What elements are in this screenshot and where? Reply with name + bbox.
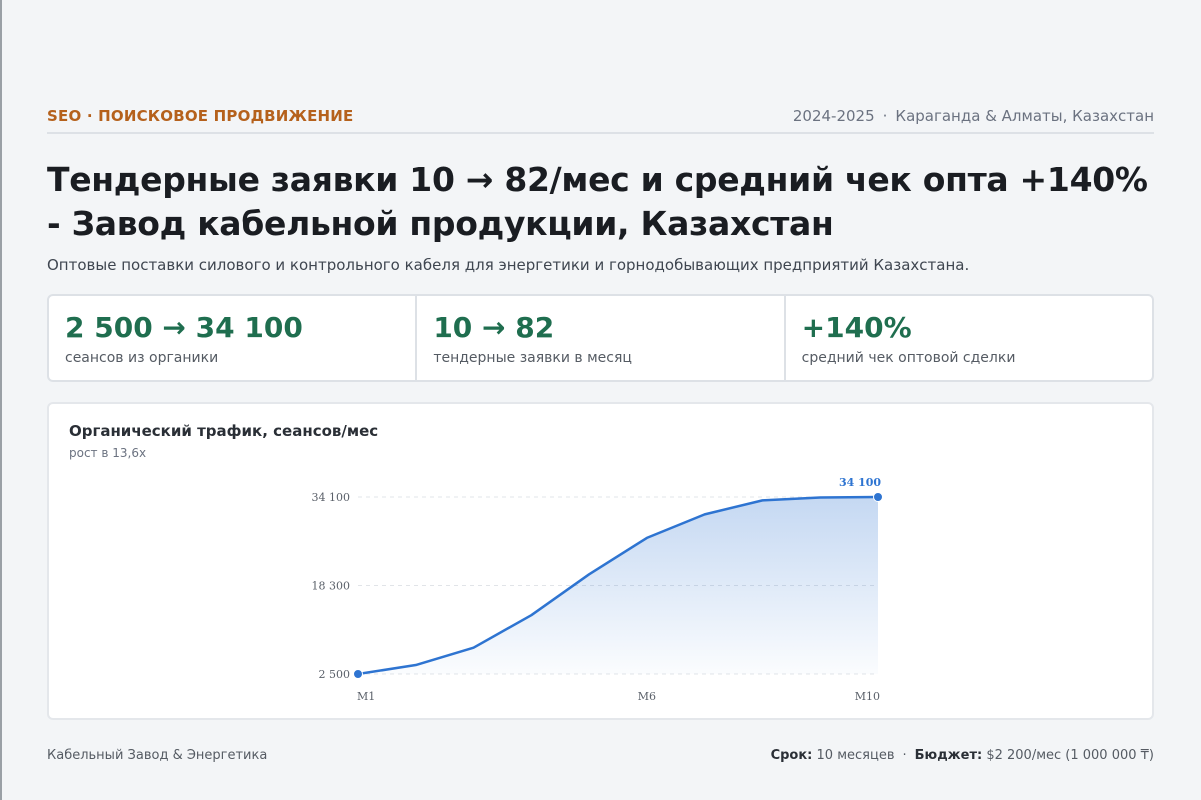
case-study: SEO · ПОИСКОВОЕ ПРОДВИЖЕНИЕ 2024-2025 · Ка… bbox=[47, 100, 1154, 720]
project-years: 2024-2025 bbox=[792, 107, 875, 125]
y-tick-label: 2 500 bbox=[319, 668, 351, 681]
y-tick-label: 34 100 bbox=[312, 491, 351, 504]
stat-label: тендерные заявки в месяц bbox=[433, 350, 632, 366]
x-tick-label: M6 bbox=[638, 690, 656, 703]
top-bar: SEO · ПОИСКОВОЕ ПРОДВИЖЕНИЕ 2024-2025 · Ка… bbox=[47, 100, 1154, 134]
area-fill bbox=[358, 497, 878, 674]
traffic-chart-card: Органический трафик, сеансов/мес рост в … bbox=[47, 402, 1154, 720]
stat-card-avg-check: +140% средний чек оптовой сделки bbox=[786, 296, 1152, 380]
data-point-end bbox=[873, 492, 883, 502]
stat-label: сеансов из органики bbox=[65, 350, 219, 366]
company-name: Кабельный Завод & Энергетика bbox=[47, 748, 268, 763]
stat-card-tenders: 10 → 82 тендерные заявки в месяц bbox=[417, 296, 786, 380]
window-edge bbox=[0, 0, 2, 800]
term-label: Срок: bbox=[770, 748, 813, 763]
project-terms: Срок: 10 месяцев · Бюджет: $2 200/мес (1 0… bbox=[771, 748, 1154, 763]
project-location: Караганда & Алматы, Казахстан bbox=[895, 107, 1154, 125]
meta-separator: · bbox=[882, 107, 888, 125]
page-subtitle: Оптовые поставки силового и контрольного… bbox=[47, 256, 970, 274]
x-tick-label: M1 bbox=[357, 690, 375, 703]
stat-card-traffic: 2 500 → 34 100 сеансов из органики bbox=[49, 296, 418, 380]
budget-label: Бюджет: bbox=[914, 748, 983, 763]
x-tick-label: M10 bbox=[855, 690, 880, 703]
footer: Кабельный Завод & Энергетика Срок: 10 ме… bbox=[47, 748, 1154, 763]
stat-value: 2 500 → 34 100 bbox=[65, 311, 303, 344]
category-label: SEO · ПОИСКОВОЕ ПРОДВИЖЕНИЕ bbox=[47, 107, 354, 125]
project-meta: 2024-2025 · Караганда & Алматы, Казахстан bbox=[793, 107, 1154, 125]
y-tick-label: 18 300 bbox=[312, 580, 351, 593]
stats-row: 2 500 → 34 100 сеансов из органики 10 → … bbox=[47, 294, 1154, 382]
stat-value: 10 → 82 bbox=[433, 311, 555, 344]
budget-value: $2 200/мес (1 000 000 ₸) bbox=[986, 748, 1154, 763]
end-value-label: 34 100 bbox=[839, 476, 881, 489]
traffic-chart: 2 500 18 300 34 100 34 100 M1 M6 M10 bbox=[312, 476, 883, 703]
page-title: Тендерные заявки 10 → 82/мес и средний ч… bbox=[47, 160, 1148, 243]
stat-label: средний чек оптовой сделки bbox=[801, 350, 1016, 366]
stat-value: +140% bbox=[801, 311, 912, 344]
term-value: 10 месяцев bbox=[816, 748, 895, 763]
data-point-start bbox=[353, 669, 363, 679]
terms-separator: · bbox=[902, 748, 907, 763]
